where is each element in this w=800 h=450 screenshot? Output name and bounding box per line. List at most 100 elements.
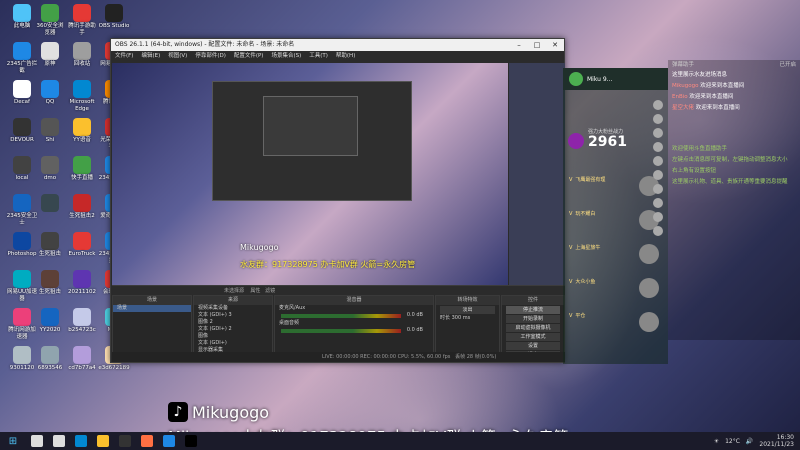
menu-item[interactable]: 文件(F) [115, 51, 133, 61]
task-view-icon[interactable] [48, 432, 70, 450]
transition-duration-row: 时长 300 ms [436, 315, 499, 322]
source-item[interactable]: 文本 (GDI+) 2 [194, 326, 272, 333]
properties-button[interactable]: 属性 [250, 288, 260, 294]
search-icon[interactable] [26, 432, 48, 450]
obs-window[interactable]: OBS 26.1.1 (64-bit, windows) - 配置文件: 未命名… [110, 38, 565, 363]
source-item[interactable]: 文本 (GDI+) 3 [194, 312, 272, 319]
desktop-icon[interactable]: b254723c [66, 308, 98, 334]
avatar[interactable] [653, 128, 663, 138]
tiktok-icon: ♪ [168, 402, 188, 422]
menu-item[interactable]: 配置文件(P) [234, 51, 264, 61]
chat-message[interactable]: 星空大佬 欢迎来到本直播间 [668, 103, 800, 114]
close-icon[interactable]: ✕ [546, 39, 564, 51]
menu-item[interactable]: 工具(T) [309, 51, 328, 61]
edge-icon[interactable] [70, 432, 92, 450]
filters-button[interactable]: 滤镜 [265, 288, 275, 294]
fan-item[interactable]: V 平仓 [569, 312, 659, 332]
volume-icon[interactable]: 🔊 [746, 438, 753, 445]
minimize-icon[interactable]: – [510, 39, 528, 51]
control-button[interactable]: 启动虚拟摄像机 [506, 324, 560, 332]
desktop-icon[interactable]: QQ [34, 80, 66, 106]
menu-item[interactable]: 停靠部件(D) [195, 51, 226, 61]
taskbar-app-glyph [31, 435, 43, 447]
obs-preview[interactable]: Mikugogo 水友群：917328975 办卡加V群 火箭=永久房管 [112, 63, 508, 285]
weather-icon[interactable]: ☀ [714, 438, 719, 445]
desktop-icon[interactable]: 360安全浏览器 [34, 4, 66, 37]
explorer-icon[interactable] [92, 432, 114, 450]
clock[interactable]: 16:30 2021/11/23 [759, 434, 794, 448]
scene-item[interactable]: 场景 [113, 305, 191, 312]
transition-duration-input[interactable]: 300 ms [452, 315, 471, 321]
avatar[interactable] [653, 114, 663, 124]
tiktok-icon[interactable] [180, 432, 202, 450]
obs-icon[interactable] [114, 432, 136, 450]
source-item[interactable]: 视频采集设备 [194, 305, 272, 312]
desktop-icon[interactable]: YY2020 [34, 308, 66, 334]
desktop-icon-label: 原神 [44, 61, 56, 67]
avatar[interactable] [653, 100, 663, 110]
source-item[interactable]: 文本 (GDI+) [194, 340, 272, 347]
control-button[interactable]: 开始录制 [506, 315, 560, 323]
clock-time: 16:30 [776, 434, 794, 441]
fan-item[interactable]: V 上海星旅牛 [569, 244, 659, 264]
desktop-icon[interactable]: 6893546 [34, 346, 66, 372]
chat-text: 欢迎来到本直播间 [689, 94, 734, 100]
taskbar-app-glyph [75, 435, 87, 447]
desktop-icon[interactable]: Microsoft Edge [66, 80, 98, 113]
desktop-icon[interactable]: 腾讯手游助手 [66, 4, 98, 37]
desktop-icon[interactable]: OBS Studio [98, 4, 130, 30]
desktop-icon[interactable]: Shi [34, 118, 66, 144]
scenes-dock-title: 场景 [113, 296, 191, 305]
desktop-icon[interactable]: 生死狙击 [34, 232, 66, 258]
desktop-icon[interactable]: 生死狙击 [34, 270, 66, 296]
transition-select[interactable]: 淡出 [440, 306, 495, 314]
menu-item[interactable]: 视图(V) [168, 51, 187, 61]
fan-item[interactable]: V 大众小鱼 [569, 278, 659, 298]
desktop-icon[interactable]: dmo [34, 156, 66, 182]
menu-item[interactable]: 场景集合(S) [271, 51, 301, 61]
preview-side-panel [509, 63, 565, 285]
avatar[interactable] [653, 142, 663, 152]
maximize-icon[interactable]: □ [528, 39, 546, 51]
source-toolbar: 未选择源 属性 滤镜 [112, 285, 565, 295]
source-item[interactable]: 图像 [194, 333, 272, 340]
chat-message[interactable]: 这里展示水友进场消息 [668, 70, 800, 81]
desktop-icon[interactable]: YY语音 [66, 118, 98, 144]
control-button[interactable]: 设置 [506, 342, 560, 350]
fan-item[interactable]: V 飞鹰最强有理 [569, 176, 659, 196]
chat-message[interactable]: Mikugogo 欢迎来到本直播间 [668, 81, 800, 92]
app-icon [13, 118, 31, 136]
doyu-icon[interactable] [136, 432, 158, 450]
obs-titlebar[interactable]: OBS 26.1.1 (64-bit, windows) - 配置文件: 未命名… [111, 39, 564, 51]
chat-header-status[interactable]: 已开启 [779, 60, 796, 70]
control-button[interactable]: 工作室模式 [506, 333, 560, 341]
avatar[interactable] [653, 156, 663, 166]
desktop-icon[interactable] [34, 194, 66, 213]
desktop-icon[interactable]: 快手直播 [66, 156, 98, 182]
desktop-icon[interactable]: 回收站 [66, 42, 98, 68]
fan-item[interactable]: V 玩不耀白 [569, 210, 659, 230]
avatar[interactable] [653, 170, 663, 180]
source-item[interactable]: 图像 2 [194, 319, 272, 326]
desktop-icon[interactable]: cd7b77a4 [66, 346, 98, 372]
app-icon [73, 42, 91, 60]
windows-start-icon[interactable]: ⊞ [0, 436, 26, 447]
menu-item[interactable]: 帮助(H) [336, 51, 355, 61]
menu-item[interactable]: 编辑(E) [141, 51, 160, 61]
clock-date: 2021/11/23 [759, 441, 794, 448]
avatar[interactable] [653, 226, 663, 236]
danmaku-chat-panel[interactable]: 弹幕助手 已开启 这里展示水友进场消息 Mikugogo 欢迎来到本直播间 EnBi… [668, 60, 800, 340]
control-button[interactable]: 停止推流 [506, 306, 560, 314]
avatar[interactable] [653, 184, 663, 194]
fan-level: V [569, 279, 573, 285]
desktop-icon[interactable]: 生死狙击2 [66, 194, 98, 220]
chat-message[interactable]: EnBio 欢迎来到本直播间 [668, 92, 800, 103]
avatar[interactable] [653, 212, 663, 222]
qq-icon[interactable] [158, 432, 180, 450]
avatar[interactable] [653, 198, 663, 208]
desktop-icon[interactable]: 原神 [34, 42, 66, 68]
app-icon [41, 270, 59, 288]
desktop-icon[interactable]: 20211102 [66, 270, 98, 296]
fan-power-score: 2961 [588, 134, 627, 150]
desktop-icon[interactable]: EuroTruck [66, 232, 98, 258]
